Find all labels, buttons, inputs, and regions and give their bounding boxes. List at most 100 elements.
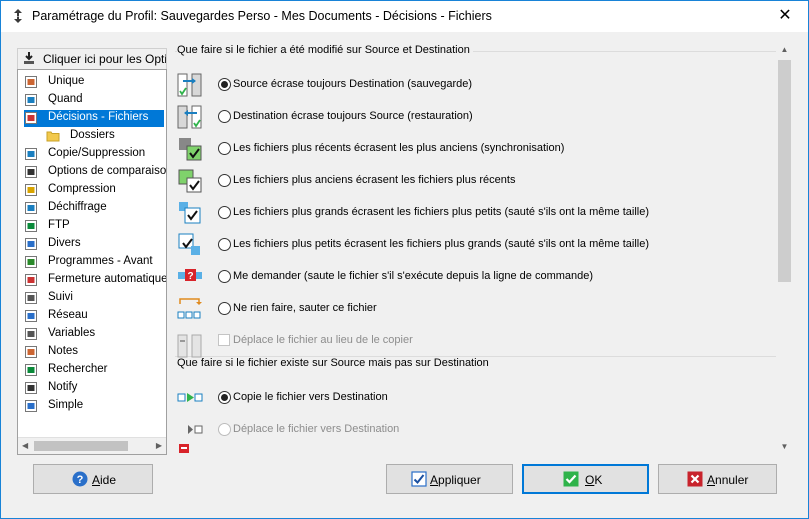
- group1-option-label[interactable]: Me demander (saute le fichier s'il s'exé…: [233, 270, 593, 282]
- cancel-button[interactable]: Annuler: [658, 464, 777, 494]
- sidebar-item[interactable]: Divers: [24, 236, 164, 253]
- sidebar-item-label: Décisions - Fichiers: [48, 111, 149, 123]
- apply-icon: [411, 471, 427, 487]
- group1-radio-2[interactable]: [218, 142, 231, 155]
- sidebar-item[interactable]: Options de comparaiso: [24, 164, 167, 181]
- group1-option-label[interactable]: Les fichiers plus petits écrasent les fi…: [233, 238, 649, 250]
- close-button[interactable]: ✕: [762, 1, 808, 32]
- group1-radio-6[interactable]: [218, 270, 231, 283]
- sidebar-item[interactable]: Variables: [24, 326, 164, 343]
- ok-check-icon: [563, 471, 579, 487]
- sidebar-item-label: Notify: [48, 381, 78, 393]
- programs-icon: [25, 256, 37, 268]
- move-file-icon: [177, 334, 202, 358]
- sidebar-item[interactable]: Réseau: [24, 308, 164, 325]
- sidebar-item[interactable]: Unique: [24, 74, 164, 91]
- group1-option-label[interactable]: Source écrase toujours Destination (sauv…: [233, 78, 472, 90]
- sidebar-item[interactable]: Dossiers: [46, 128, 164, 145]
- group1-option-label[interactable]: Les fichiers plus grands écrasent les fi…: [233, 206, 649, 218]
- sidebar-item[interactable]: FTP: [24, 218, 164, 235]
- clock-icon: [25, 94, 37, 106]
- unique-icon: [25, 76, 37, 88]
- sidebar-item[interactable]: Programmes - Avant: [24, 254, 164, 271]
- sidebar-item[interactable]: Copie/Suppression: [24, 146, 164, 163]
- scroll-thumb[interactable]: [34, 441, 128, 451]
- folder-icon: [46, 131, 60, 142]
- smaller-overwrite-icon: [178, 233, 200, 255]
- sidebar-item-label: Simple: [48, 399, 84, 411]
- sidebar-item[interactable]: Suivi: [24, 290, 164, 307]
- sidebar-item-label: Rechercher: [48, 363, 108, 375]
- sidebar-item-label: Divers: [48, 237, 81, 249]
- network-icon: [25, 310, 37, 322]
- group1-option-label[interactable]: Les fichiers plus récents écrasent les p…: [233, 142, 564, 154]
- ok-button[interactable]: OK: [522, 464, 649, 494]
- close-icon: ✕: [778, 7, 792, 24]
- tracking-icon: [25, 292, 37, 304]
- skip-icon: [177, 298, 202, 319]
- sidebar-item-label: Fermeture automatique: [48, 273, 167, 285]
- apply-button[interactable]: Appliquer: [386, 464, 513, 494]
- group1-option-label[interactable]: Les fichiers plus anciens écrasent les f…: [233, 174, 515, 186]
- sidebar-item[interactable]: Fermeture automatique: [24, 272, 167, 289]
- apply-label: Appliquer: [430, 473, 481, 487]
- newer-overwrite-icon: [179, 138, 202, 161]
- panel-vertical-scrollbar[interactable]: ▲ ▼: [776, 43, 793, 453]
- group1-option-label[interactable]: Destination écrase toujours Source (rest…: [233, 110, 473, 122]
- sidebar-item[interactable]: Notify: [24, 380, 164, 397]
- group1-radio-3[interactable]: [218, 174, 231, 187]
- help-icon: ?: [72, 471, 88, 487]
- sidebar-item[interactable]: Déchiffrage: [24, 200, 164, 217]
- group2-radio-0[interactable]: [218, 391, 231, 404]
- scroll-up-icon[interactable]: ▲: [776, 45, 793, 54]
- settings-tree[interactable]: ◀ ▶ Unique Quand Décisions - Fichiers Dossi…: [17, 69, 167, 455]
- group1-title: Que faire si le fichier a été modifié su…: [177, 44, 473, 56]
- help-label: Aide: [92, 473, 117, 487]
- group1-radio-0[interactable]: [218, 78, 231, 91]
- sidebar-item-label: Copie/Suppression: [48, 147, 146, 159]
- options-dropdown-button[interactable]: Cliquer ici pour les Opti: [17, 48, 167, 70]
- sidebar-item[interactable]: Décisions - Fichiers: [24, 110, 164, 127]
- autoclose-icon: [25, 274, 37, 286]
- window-title: Paramétrage du Profil: Sauvegardes Perso…: [32, 9, 492, 23]
- sidebar-item-label: Notes: [48, 345, 79, 357]
- group2-title: Que faire si le fichier existe sur Sourc…: [177, 357, 492, 369]
- title-bar: Paramétrage du Profil: Sauvegardes Perso…: [1, 1, 808, 32]
- move-file-checkbox-label[interactable]: Déplace le fichier au lieu de le copier: [233, 334, 413, 346]
- scroll-right-icon[interactable]: ▶: [156, 441, 162, 450]
- scroll-left-icon[interactable]: ◀: [22, 441, 28, 450]
- group1-radio-1[interactable]: [218, 110, 231, 123]
- compare-icon: [25, 166, 37, 178]
- sidebar-item-label: Unique: [48, 75, 85, 87]
- sidebar-item-label: Déchiffrage: [48, 201, 107, 213]
- cancel-x-icon: [687, 471, 703, 487]
- ftp-icon: [25, 220, 37, 232]
- group2-option-label[interactable]: Copie le fichier vers Destination: [233, 391, 388, 403]
- group2-radio-1[interactable]: [218, 423, 231, 436]
- ask-icon: ?: [178, 269, 202, 282]
- move-file-checkbox[interactable]: [218, 334, 230, 346]
- sidebar-item-label: Dossiers: [70, 129, 115, 141]
- group1-radio-4[interactable]: [218, 206, 231, 219]
- app-icon: [14, 9, 22, 23]
- cancel-label: Annuler: [707, 473, 749, 487]
- scroll-down-icon[interactable]: ▼: [776, 442, 793, 451]
- group1-option-label[interactable]: Ne rien faire, sauter ce fichier: [233, 302, 377, 314]
- svg-text:?: ?: [77, 474, 84, 486]
- sidebar-item-label: Quand: [48, 93, 83, 105]
- sidebar-item-label: Options de comparaiso: [48, 165, 167, 177]
- sidebar-item[interactable]: Notes: [24, 344, 164, 361]
- group1-radio-7[interactable]: [218, 302, 231, 315]
- decrypt-icon: [25, 202, 37, 214]
- decisions-panel: Que faire si le fichier a été modifié su…: [171, 43, 793, 453]
- sidebar-item[interactable]: Simple: [24, 398, 164, 415]
- decisions-icon: [25, 112, 37, 124]
- tree-horizontal-scrollbar[interactable]: ◀ ▶: [18, 437, 166, 454]
- group1-radio-5[interactable]: [218, 238, 231, 251]
- group2-option-label[interactable]: Déplace le fichier vers Destination: [233, 423, 399, 435]
- sidebar-item[interactable]: Quand: [24, 92, 164, 109]
- help-button[interactable]: ? Aide: [33, 464, 153, 494]
- sidebar-item[interactable]: Rechercher: [24, 362, 164, 379]
- vertical-scroll-thumb[interactable]: [778, 60, 791, 282]
- sidebar-item[interactable]: Compression: [24, 182, 164, 199]
